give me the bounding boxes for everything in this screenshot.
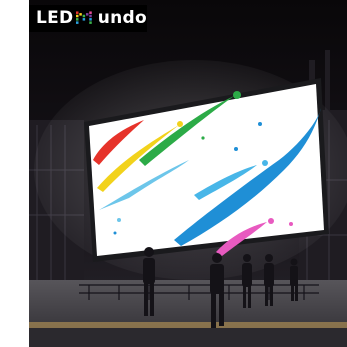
led-screen-photo — [29, 0, 347, 347]
logo-suffix: undo — [97, 8, 147, 28]
led-pixel-m-icon — [76, 11, 93, 24]
brand-logo: LED undo — [29, 5, 147, 32]
logo-prefix: LED — [36, 8, 74, 28]
